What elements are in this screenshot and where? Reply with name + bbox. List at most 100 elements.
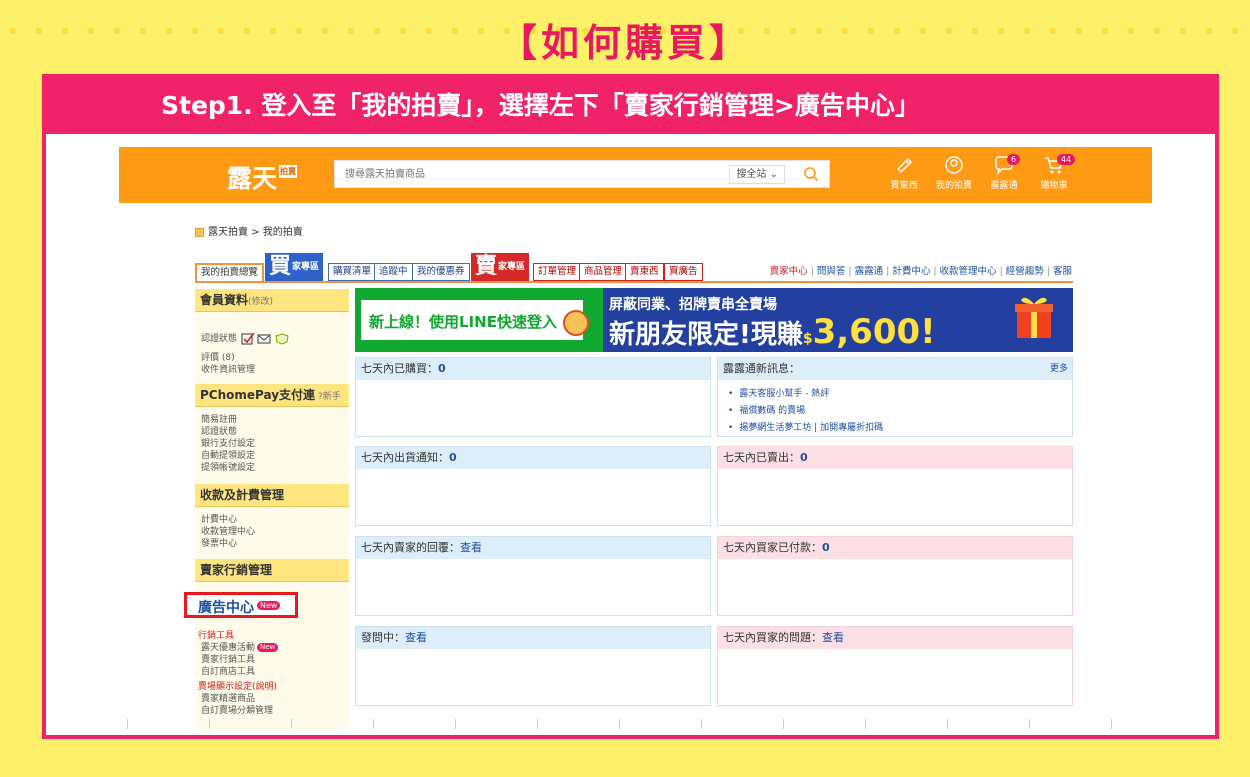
search-input[interactable]	[345, 161, 725, 187]
seller-zone-big: 賣	[475, 254, 498, 279]
tab-buy-ads[interactable]: 買廣告	[664, 263, 703, 281]
tick	[127, 719, 128, 729]
chat-label: 露露通	[990, 181, 1018, 191]
link-billing[interactable]: 計費中心	[892, 266, 930, 277]
breadcrumb: 露天拍賣 > 我的拍賣	[195, 223, 303, 238]
tick	[1111, 719, 1112, 729]
paid-label: 七天內買家已付款：	[723, 541, 822, 554]
link-lulutong[interactable]: 露露通	[855, 266, 884, 277]
promo-line1: 屏蔽同業、招牌賣串全賣場	[609, 297, 777, 313]
seller-zone-small: 家專區	[498, 262, 526, 272]
chat-badge: 6	[1007, 154, 1021, 165]
ship-label: 七天內出貨通知：	[361, 451, 449, 464]
link-sep: |	[810, 266, 814, 277]
my-auction-nav[interactable]: 我的拍賣	[929, 153, 979, 191]
link-qa[interactable]: 問與答	[817, 266, 846, 277]
link-sep: |	[933, 266, 937, 277]
link-sep: |	[886, 266, 890, 277]
logo-text: 露天	[227, 164, 278, 193]
panel-asking: 發問中：查看	[355, 626, 711, 706]
tab-bar: 我的拍賣總覽 買家專區 購買清單 追蹤中 我的優惠券 賣家專區 訂單管理 商品管…	[195, 253, 755, 281]
link-seller-center[interactable]: 賣家中心	[770, 266, 808, 277]
news-item[interactable]: 露天客服小幫手 - 熱評	[728, 386, 829, 399]
sell-nav[interactable]: 賣東西	[879, 153, 929, 191]
ad-center-highlight[interactable]: 廣告中心 New	[184, 592, 298, 618]
chat-nav[interactable]: 6 露露通	[979, 153, 1029, 191]
search-scope-select[interactable]: 搜全站 ⌄	[729, 165, 785, 184]
line-login-text: 新上線！使用LINE快速登入	[369, 313, 557, 331]
buyer-zone-tab[interactable]: 買家專區	[265, 253, 324, 281]
bought-count[interactable]: 0	[438, 362, 446, 375]
pay-help-label[interactable]: 新手	[323, 392, 341, 402]
pay-help-icon[interactable]: ?	[315, 392, 323, 402]
news-item[interactable]: 揚夢網生活夢工坊 | 加開專屬折扣碼	[728, 420, 883, 433]
tab-orders[interactable]: 訂單管理	[533, 263, 582, 281]
sell-label: 賣東西	[890, 181, 918, 191]
tab-coupons[interactable]: 我的優惠券	[412, 263, 470, 281]
sell-icon	[896, 157, 913, 174]
sidebar: 會員資料(修改) 認證狀態 評價 (8) 收件資訊管理 PChomePay支付連…	[195, 289, 349, 729]
panel-sold: 七天內已賣出：0	[717, 446, 1073, 526]
tick	[619, 719, 620, 729]
tick	[291, 719, 292, 729]
sidebar-link-invoice[interactable]: 發票中心	[201, 536, 237, 549]
my-auction-label: 我的拍賣	[935, 181, 972, 191]
sidebar-marketing-title: 賣家行銷管理	[195, 559, 349, 582]
panel-bought-header: 七天內已購買：0	[356, 358, 710, 380]
ship-count[interactable]: 0	[449, 451, 457, 464]
panel-news-header: 露露通新訊息： 更多	[718, 358, 1072, 380]
tab-tracking[interactable]: 追蹤中	[374, 263, 413, 281]
search-icon[interactable]	[803, 166, 819, 182]
mascot-image	[563, 310, 589, 336]
news-item[interactable]: 福償數碼 的賣場	[728, 403, 805, 416]
top-links: 賣家中心 | 問與答 | 露露通 | 計費中心 | 收款管理中心 | 經營趨勢 | 客服	[770, 263, 1072, 277]
tick	[537, 719, 538, 729]
promo-banner[interactable]: 新上線！使用LINE快速登入 屏蔽同業、招牌賣串全賣場 新朋友限定!現賺$3,6…	[355, 288, 1073, 352]
breadcrumb-current: 我的拍賣	[262, 227, 303, 238]
tick	[701, 719, 702, 729]
sidebar-link-address[interactable]: 收件資訊管理	[201, 362, 255, 375]
link-support[interactable]: 客服	[1053, 266, 1072, 277]
ad-center-link: 廣告中心	[198, 600, 254, 616]
link-trends[interactable]: 經營趨勢	[1006, 266, 1044, 277]
gift-icon	[1015, 297, 1053, 338]
panel-shipping: 七天內出貨通知：0	[355, 446, 711, 526]
sidebar-link-store-tools[interactable]: 自訂商店工具	[201, 664, 255, 677]
link-sep: |	[999, 266, 1003, 277]
tick	[1029, 719, 1030, 729]
user-icon	[945, 156, 963, 174]
news-label: 露露通新訊息：	[723, 362, 800, 375]
tick	[865, 719, 866, 729]
reply-view-link[interactable]: 查看	[460, 541, 482, 554]
questions-view-link[interactable]: 查看	[822, 631, 844, 644]
sidebar-link-withdraw-account[interactable]: 提領帳號設定	[201, 460, 255, 473]
promotions-new-tag: New	[257, 643, 279, 652]
tab-sell[interactable]: 賣東西	[625, 263, 664, 281]
promo-currency: $	[802, 331, 813, 347]
panel-seller-reply: 七天內賣家的回覆：查看	[355, 536, 711, 616]
cart-nav[interactable]: 44 購物車	[1029, 153, 1079, 191]
ad-center-new-tag: New	[257, 601, 281, 610]
questions-label: 七天內買家的問題：	[723, 631, 822, 644]
news-more-link[interactable]: 更多	[1050, 358, 1068, 380]
cart-badge: 44	[1057, 154, 1076, 165]
tab-overview[interactable]: 我的拍賣總覽	[195, 263, 265, 281]
panel-shipping-header: 七天內出貨通知：0	[356, 447, 710, 469]
home-icon	[195, 227, 204, 237]
tick	[209, 719, 210, 729]
tab-products[interactable]: 商品管理	[579, 263, 628, 281]
member-edit-link[interactable]: (修改)	[248, 297, 273, 307]
link-payment-mgmt[interactable]: 收款管理中心	[940, 266, 997, 277]
seller-zone-tab[interactable]: 賣家專區	[471, 253, 530, 281]
site-logo[interactable]: 露天 拍賣	[227, 159, 298, 195]
tab-purchase-list[interactable]: 購買清單	[328, 263, 377, 281]
panel-questions-header: 七天內買家的問題：查看	[718, 627, 1072, 649]
panel-reply-header: 七天內賣家的回覆：查看	[356, 537, 710, 559]
breadcrumb-home[interactable]: 露天拍賣	[208, 227, 248, 238]
sidebar-link-verify[interactable]: 認證狀態	[201, 331, 294, 345]
sold-count[interactable]: 0	[800, 451, 808, 464]
sidebar-pay-title: PChomePay支付連 ?新手	[195, 384, 349, 407]
asking-view-link[interactable]: 查看	[405, 631, 427, 644]
bottom-tick-marks	[119, 715, 1152, 729]
paid-count[interactable]: 0	[822, 541, 830, 554]
